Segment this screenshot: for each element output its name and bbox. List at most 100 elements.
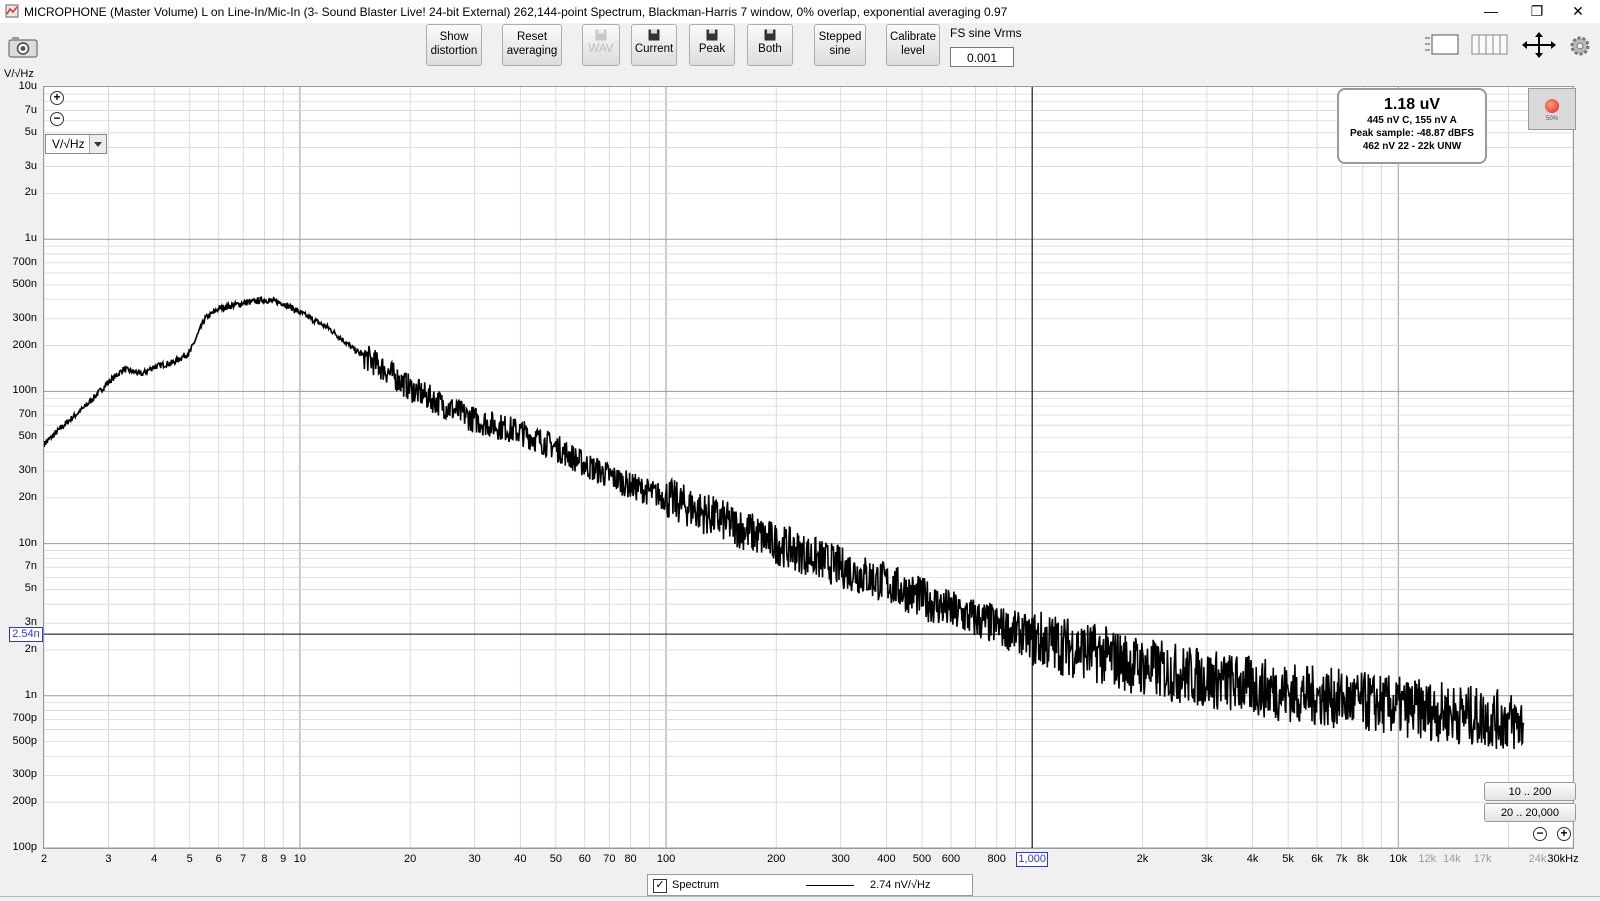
x-tick-label: 10k <box>1389 853 1408 865</box>
stepped-sine-button[interactable]: Stepped sine <box>814 24 866 66</box>
x-tick-label: 7k <box>1335 853 1348 865</box>
close-button[interactable]: ✕ <box>1556 0 1600 23</box>
y-tick-label: 100n <box>12 384 37 397</box>
y-tick-label: 10u <box>18 80 37 92</box>
y-axis-unit-label: V/√Hz <box>4 68 34 80</box>
record-dot-icon <box>1545 99 1559 113</box>
readout-line1: 445 nV C, 155 nV A <box>1367 115 1457 126</box>
y-tick-label: 100p <box>12 841 37 853</box>
reset-averaging-label: Reset averaging <box>506 31 558 57</box>
calibrate-level-label: Calibrate level <box>889 31 937 57</box>
y-tick-label: 500n <box>12 278 37 291</box>
expand-arrows-icon[interactable] <box>1521 32 1557 58</box>
range-20-20000-button[interactable]: 20 .. 20,000 <box>1484 803 1576 822</box>
x-tick-label-minor: 12k <box>1418 853 1437 865</box>
level-readout: 1.18 uV 445 nV C, 155 nV A Peak sample: … <box>1337 88 1487 164</box>
x-tick-label: 60 <box>578 853 591 865</box>
y-tick-label: 1n <box>24 688 37 701</box>
legend-line-swatch <box>806 885 854 886</box>
range-10-200-button[interactable]: 10 .. 200 <box>1484 782 1576 801</box>
x-tick-label: 600 <box>941 853 961 865</box>
x-tick-label: 200 <box>767 853 786 865</box>
x-tick-label: 5k <box>1282 853 1294 865</box>
unit-select-value: V/√Hz <box>52 137 85 151</box>
both-label: Both <box>758 43 782 55</box>
fs-sine-input[interactable]: 0.001 <box>950 47 1014 67</box>
x-tick-label: 7 <box>240 853 247 865</box>
unit-select[interactable]: V/√Hz <box>45 134 107 154</box>
camera-icon[interactable] <box>8 36 38 58</box>
x-tick-label: 8 <box>261 853 268 865</box>
cursor-x-label: 1,000 <box>1016 852 1049 867</box>
show-distortion-button[interactable]: Show distortion <box>426 24 482 66</box>
readout-main: 1.18 uV <box>1383 96 1441 113</box>
x-tick-label: 40 <box>514 853 527 865</box>
plot-area[interactable] <box>43 86 1574 849</box>
x-tick-label-minor: 17k <box>1473 853 1492 865</box>
restore-button[interactable]: ❐ <box>1514 0 1560 23</box>
x-tick-label: 2 <box>40 853 48 865</box>
y-tick-label: 30n <box>18 463 37 476</box>
x-tick-label: 800 <box>987 853 1006 865</box>
y-tick-label: 2n <box>24 642 37 655</box>
stepped-sine-label: Stepped sine <box>818 31 862 57</box>
current-label: Current <box>634 43 674 55</box>
x-tick-label-minor: 14k <box>1442 853 1461 865</box>
y-tick-label: 700n <box>12 255 37 268</box>
wav-button[interactable]: WAV <box>582 24 620 66</box>
record-button[interactable]: 50% <box>1528 88 1576 130</box>
x-tick-label: 80 <box>624 853 637 865</box>
save-current-button[interactable]: Current <box>631 24 677 66</box>
readout-line3: 462 nV 22 - 22k UNW <box>1362 141 1462 152</box>
y-tick-label: 200n <box>12 338 37 351</box>
wav-label: WAV <box>588 43 614 55</box>
x-tick-label: 6k <box>1311 853 1323 865</box>
y-tick-label: 7n <box>24 560 37 573</box>
y-tick-label: 300n <box>12 311 37 324</box>
reset-averaging-button[interactable]: Reset averaging <box>502 24 562 66</box>
y-tick-label: 70n <box>18 407 37 420</box>
spectrum-checkbox[interactable]: ✓ <box>653 879 667 893</box>
fs-sine-label: FS sine Vrms <box>950 26 1022 40</box>
x-tick-label: 100 <box>656 853 676 865</box>
cursor-y-label: 2.54n <box>9 627 43 643</box>
show-distortion-label: Show distortion <box>430 31 478 57</box>
x-tick-label: 9 <box>280 853 287 865</box>
floppy-icon <box>595 29 607 41</box>
grid-lines <box>44 87 1573 848</box>
readout-line2: Peak sample: -48.87 dBFS <box>1350 128 1474 139</box>
peak-label: Peak <box>698 43 726 55</box>
y-tick-label: 500p <box>12 734 37 747</box>
x-zoom-in-icon[interactable]: + <box>1557 827 1571 841</box>
y-tick-label: 3u <box>24 159 37 172</box>
save-both-button[interactable]: Both <box>747 24 793 66</box>
x-tick-label: 3 <box>105 853 112 865</box>
x-tick-label: 50 <box>549 853 562 865</box>
x-zoom-out-icon[interactable]: − <box>1533 827 1547 841</box>
floppy-icon <box>764 29 776 41</box>
layout-icon[interactable] <box>1424 32 1460 58</box>
columns-icon[interactable] <box>1471 32 1509 58</box>
settings-gear-icon[interactable] <box>1568 34 1592 58</box>
x-tick-label: 8k <box>1357 853 1369 865</box>
x-tick-label: 4 <box>151 853 158 865</box>
x-tick-label: 5 <box>186 853 193 865</box>
x-tick-label: 300 <box>831 853 850 865</box>
zoom-out-icon[interactable]: − <box>50 112 64 126</box>
window-title: MICROPHONE (Master Volume) L on Line-In/… <box>24 5 1008 19</box>
y-tick-label: 5n <box>24 582 37 595</box>
legend: ✓ Spectrum 2.74 nV/√Hz <box>647 874 973 896</box>
save-peak-button[interactable]: Peak <box>689 24 735 66</box>
x-tick-label: 20 <box>404 853 417 865</box>
legend-cursor-reading: 2.74 nV/√Hz <box>870 879 931 891</box>
calibrate-level-button[interactable]: Calibrate level <box>886 24 940 66</box>
chevron-down-icon[interactable] <box>89 135 106 153</box>
y-tick-label: 10n <box>18 536 37 549</box>
status-strip <box>0 896 1600 901</box>
spectrum-trace <box>44 295 1525 750</box>
trace-group <box>44 295 1525 750</box>
y-tick-label: 1u <box>24 232 37 245</box>
minimize-button[interactable]: — <box>1468 0 1514 23</box>
y-tick-label: 50n <box>18 430 37 443</box>
zoom-in-icon[interactable]: + <box>50 91 64 105</box>
